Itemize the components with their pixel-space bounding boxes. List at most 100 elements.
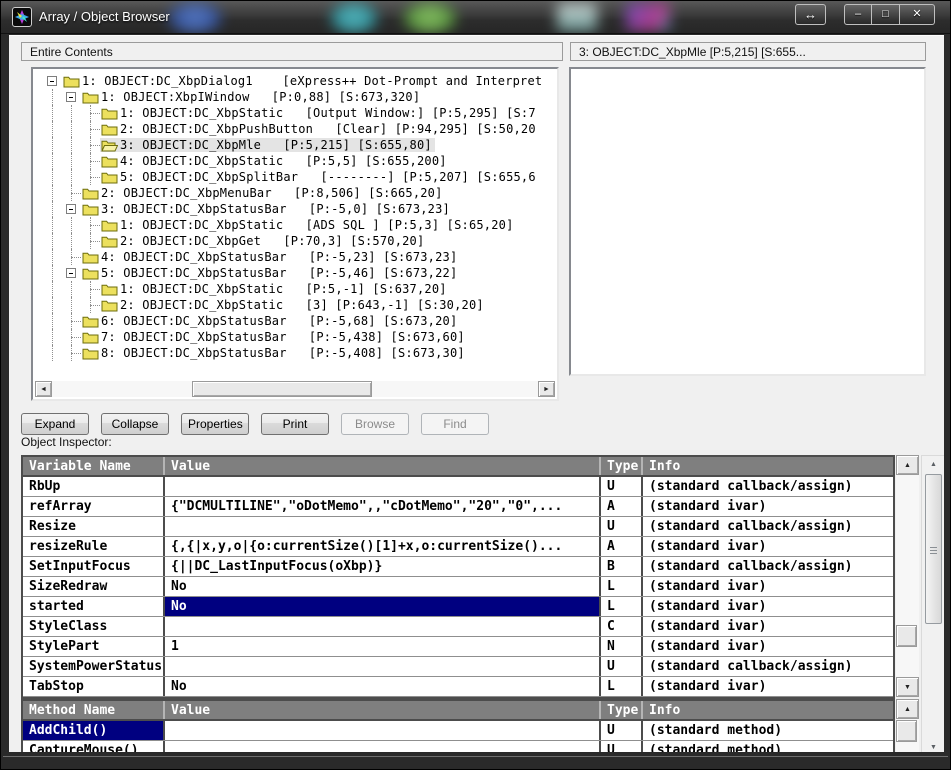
minimize-button[interactable]: – (844, 4, 872, 25)
tree-item[interactable]: 2: OBJECT:DC_XbpMenuBar [P:8,506] [S:665… (35, 185, 555, 201)
cell-value[interactable]: {||DC_LastInputFocus(oXbp)} (163, 557, 599, 576)
cell-info[interactable]: (standard ivar) (641, 637, 893, 656)
close-button[interactable]: ✕ (900, 4, 935, 25)
tree-item[interactable]: 2: OBJECT:DC_XbpPushButton [Clear] [P:94… (35, 121, 555, 137)
cell-name[interactable]: SizeRedraw (23, 577, 163, 596)
scroll-track[interactable] (896, 719, 919, 752)
scroll-left-button[interactable]: ◄ (35, 381, 52, 397)
cell-type[interactable]: A (599, 497, 641, 516)
cell-name[interactable]: started (23, 597, 163, 616)
scroll-up-button[interactable]: ▲ (896, 455, 919, 475)
cell-value[interactable]: {,{|x,y,o|{o:currentSize()[1]+x,o:curren… (163, 537, 599, 556)
cell-value[interactable] (163, 477, 599, 496)
scroll-track[interactable] (896, 475, 919, 677)
cell-value[interactable]: 1 (163, 637, 599, 656)
cell-value[interactable] (163, 721, 599, 740)
cell-value[interactable] (163, 741, 599, 752)
cell-type[interactable]: A (599, 537, 641, 556)
tree-item[interactable]: 4: OBJECT:DC_XbpStatic [P:5,5] [S:655,20… (35, 153, 555, 169)
tree-item[interactable]: 5: OBJECT:DC_XbpSplitBar [--------] [P:5… (35, 169, 555, 185)
scroll-down-button[interactable]: ▼ (896, 677, 919, 697)
cell-type[interactable]: U (599, 657, 641, 676)
tree-item[interactable]: 1: OBJECT:DC_XbpDialog1 [eXpress++ Dot-P… (35, 73, 555, 89)
inspector-row[interactable]: refArray{"DCMULTILINE","oDotMemo",,"cDot… (23, 497, 893, 517)
cell-value[interactable]: No (163, 677, 599, 696)
cell-info[interactable]: (standard ivar) (641, 497, 893, 516)
cell-type[interactable]: L (599, 597, 641, 616)
tree-item[interactable]: 1: OBJECT:DC_XbpStatic [ADS SQL ] [P:5,3… (35, 217, 555, 233)
tree-item[interactable]: 8: OBJECT:DC_XbpStatusBar [P:-5,408] [S:… (35, 345, 555, 361)
cell-info[interactable]: (standard callback/assign) (641, 657, 893, 676)
cell-name[interactable]: StylePart (23, 637, 163, 656)
scroll-thumb[interactable] (925, 474, 942, 624)
scroll-down-button[interactable]: ▼ (922, 739, 944, 752)
tree-expander[interactable] (43, 73, 62, 89)
tree-expander[interactable] (62, 201, 81, 217)
scroll-track[interactable] (52, 381, 538, 397)
inspector-row[interactable]: SystemPowerStatus U(standard callback/ass… (23, 657, 893, 677)
cell-type[interactable]: U (599, 517, 641, 536)
scroll-up-button[interactable]: ▲ (922, 456, 944, 472)
inspector-row[interactable]: RbUp U(standard callback/assign) (23, 477, 893, 497)
tree-item[interactable]: 3: OBJECT:DC_XbpMle [P:5,215] [S:655,80] (35, 137, 555, 153)
tree-item[interactable]: 1: OBJECT:DC_XbpStatic [P:5,-1] [S:637,2… (35, 281, 555, 297)
inspector-row[interactable]: SizeRedrawNoL(standard ivar) (23, 577, 893, 597)
inspector-row[interactable]: StyleClassC(standard ivar) (23, 617, 893, 637)
collapse-icon[interactable] (66, 92, 76, 102)
tree-item[interactable]: 1: OBJECT:XbpIWindow [P:0,88] [S:673,320… (35, 89, 555, 105)
cell-type[interactable]: U (599, 721, 641, 740)
cell-type[interactable]: N (599, 637, 641, 656)
tree-item[interactable]: 3: OBJECT:DC_XbpStatusBar [P:-5,0] [S:67… (35, 201, 555, 217)
cell-info[interactable]: (standard callback/assign) (641, 557, 893, 576)
maximize-button[interactable]: □ (872, 4, 900, 25)
scroll-thumb[interactable] (896, 720, 917, 742)
cell-type[interactable]: U (599, 477, 641, 496)
cell-name[interactable]: Resize (23, 517, 163, 536)
cell-info[interactable]: (standard ivar) (641, 617, 893, 636)
cell-type[interactable]: U (599, 741, 641, 752)
inspector-row[interactable]: ResizeU(standard callback/assign) (23, 517, 893, 537)
cell-info[interactable]: (standard callback/assign) (641, 477, 893, 496)
cell-name[interactable]: refArray (23, 497, 163, 516)
tree-item[interactable]: 4: OBJECT:DC_XbpStatusBar [P:-5,23] [S:6… (35, 249, 555, 265)
cell-name[interactable]: TabStop (23, 677, 163, 696)
cell-name[interactable]: CaptureMouse() (23, 741, 163, 752)
cell-info[interactable]: (standard ivar) (641, 537, 893, 556)
cell-name[interactable]: AddChild() (23, 721, 163, 740)
cell-type[interactable]: B (599, 557, 641, 576)
cell-info[interactable]: (standard method) (641, 741, 893, 752)
cell-name[interactable]: SystemPowerStatus (23, 657, 163, 676)
cell-info[interactable]: (standard ivar) (641, 577, 893, 596)
cell-value[interactable] (163, 617, 599, 636)
expand-button[interactable]: Expand (21, 413, 89, 435)
collapse-icon[interactable] (66, 204, 76, 214)
cell-value[interactable]: No (163, 577, 599, 596)
inspector-row[interactable]: CaptureMouse() U(standard method) (23, 741, 893, 752)
scroll-right-button[interactable]: ► (538, 381, 555, 397)
inspector-row[interactable]: StylePart1N(standard ivar) (23, 637, 893, 657)
tree-item[interactable]: 1: OBJECT:DC_XbpStatic [Output Window:] … (35, 105, 555, 121)
tree-expander[interactable] (62, 265, 81, 281)
inspector-row[interactable]: TabStopNoL(standard ivar) (23, 677, 893, 697)
scroll-thumb[interactable] (192, 381, 372, 397)
inspector-row[interactable]: startedNoL(standard ivar) (23, 597, 893, 617)
cell-value[interactable] (163, 517, 599, 536)
tree-item[interactable]: 6: OBJECT:DC_XbpStatusBar [P:-5,68] [S:6… (35, 313, 555, 329)
swap-button[interactable]: ↔ (795, 4, 826, 25)
collapse-icon[interactable] (66, 268, 76, 278)
properties-button[interactable]: Properties (181, 413, 249, 435)
cell-info[interactable]: (standard method) (641, 721, 893, 740)
cell-type[interactable]: C (599, 617, 641, 636)
scroll-track[interactable] (922, 472, 944, 739)
collapse-icon[interactable] (47, 76, 57, 86)
tree-expander[interactable] (62, 89, 81, 105)
scroll-up-button[interactable]: ▲ (896, 699, 919, 719)
scroll-thumb[interactable] (896, 625, 917, 647)
cell-value[interactable]: {"DCMULTILINE","oDotMemo",,"cDotMemo","2… (163, 497, 599, 516)
cell-type[interactable]: L (599, 577, 641, 596)
cell-name[interactable]: RbUp (23, 477, 163, 496)
inspector-row[interactable]: resizeRule{,{|x,y,o|{o:currentSize()[1]+… (23, 537, 893, 557)
tree-item[interactable]: 5: OBJECT:DC_XbpStatusBar [P:-5,46] [S:6… (35, 265, 555, 281)
tree-item[interactable]: 7: OBJECT:DC_XbpStatusBar [P:-5,438] [S:… (35, 329, 555, 345)
tree-item[interactable]: 2: OBJECT:DC_XbpGet [P:70,3] [S:570,20] (35, 233, 555, 249)
